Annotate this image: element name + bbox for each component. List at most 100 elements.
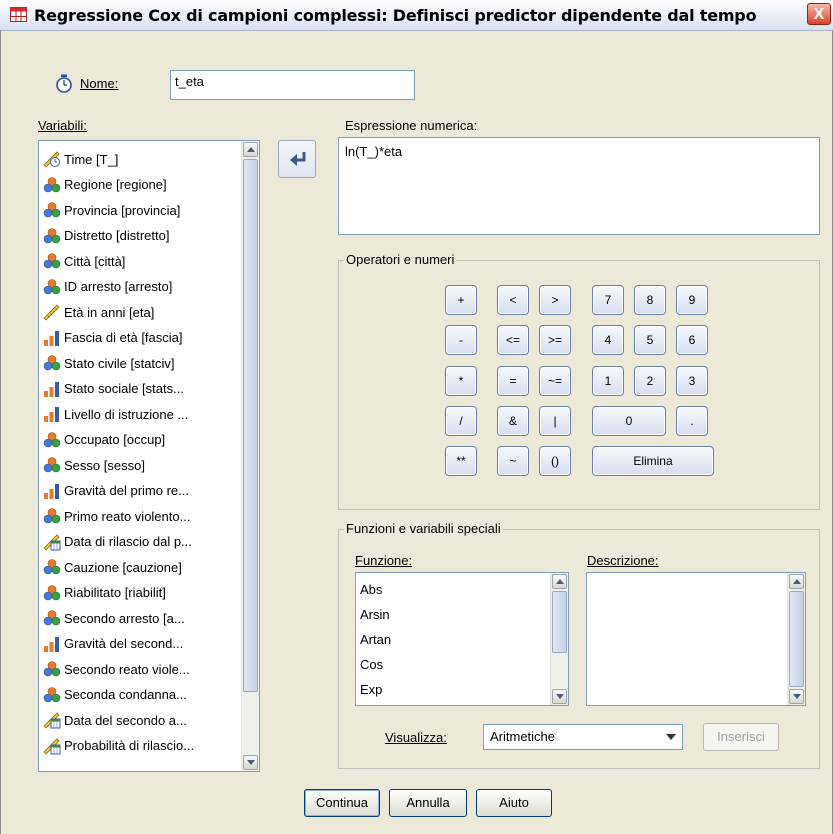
function-item[interactable]: Cos xyxy=(360,657,383,672)
variable-item[interactable]: Cauzione [cauzione] xyxy=(43,555,182,579)
function-item[interactable]: Exp xyxy=(360,682,382,697)
variable-item[interactable]: Primo reato violento... xyxy=(43,504,190,528)
operator-key[interactable]: = xyxy=(497,366,529,396)
operator-key[interactable]: | xyxy=(539,406,571,436)
function-scroll-up-button[interactable] xyxy=(552,574,567,589)
operator-key[interactable]: >= xyxy=(539,325,571,355)
variable-item[interactable]: Distretto [distretto] xyxy=(43,224,169,248)
variable-item[interactable]: Secondo reato viole... xyxy=(43,657,190,681)
operator-key[interactable]: ~ xyxy=(497,446,529,476)
variable-item-label: Stato civile [statciv] xyxy=(64,355,175,371)
stopwatch-icon xyxy=(56,74,72,93)
operator-key[interactable]: <= xyxy=(497,325,529,355)
variable-item[interactable]: Età in anni [eta] xyxy=(43,300,154,324)
variable-item[interactable]: Occupato [occup] xyxy=(43,428,165,452)
variable-item[interactable]: Secondo arresto [a... xyxy=(43,606,185,630)
variable-item[interactable]: Gravità del primo re... xyxy=(43,479,189,503)
variable-item-label: Città [città] xyxy=(64,253,126,269)
operator-key[interactable]: 1 xyxy=(592,366,624,396)
move-variable-button[interactable] xyxy=(278,140,316,178)
variable-item[interactable]: Città [città] xyxy=(43,249,125,273)
operator-key[interactable]: * xyxy=(445,366,477,396)
description-scroll-up-button[interactable] xyxy=(789,574,804,589)
variable-item[interactable]: Stato sociale [stats... xyxy=(43,377,184,401)
operator-key[interactable]: . xyxy=(676,406,708,436)
operator-key[interactable]: + xyxy=(445,285,477,315)
function-item[interactable]: Artan xyxy=(360,632,391,647)
chevron-down-icon xyxy=(666,734,676,740)
scroll-down-icon xyxy=(793,694,801,699)
view-select[interactable]: Aritmetiche xyxy=(483,724,683,750)
operator-key[interactable]: - xyxy=(445,325,477,355)
variable-item-label: Occupato [occup] xyxy=(64,432,166,447)
operator-key[interactable]: 6 xyxy=(676,325,708,355)
variable-item[interactable]: Seconda condanna... xyxy=(43,683,187,707)
variable-item[interactable]: Time [T_] xyxy=(43,147,118,171)
nominal-icon xyxy=(43,507,61,525)
description-box[interactable] xyxy=(586,572,806,706)
operator-key[interactable]: 8 xyxy=(634,285,666,315)
cancel-button[interactable]: Annulla xyxy=(389,789,467,817)
variable-item[interactable]: Stato civile [statciv] xyxy=(43,351,175,375)
variables-scrollbar[interactable] xyxy=(241,141,259,771)
ordinal-bars-icon xyxy=(43,329,61,347)
nominal-icon xyxy=(43,456,61,474)
variable-item[interactable]: ID arresto [arresto] xyxy=(43,275,172,299)
description-scroll-down-button[interactable] xyxy=(789,689,804,704)
variable-item[interactable]: Gravità del second... xyxy=(43,632,183,656)
operator-key[interactable]: < xyxy=(497,285,529,315)
variable-item[interactable]: Regione [regione] xyxy=(43,173,167,197)
nominal-icon xyxy=(43,227,61,245)
function-scrollbar[interactable] xyxy=(550,573,568,705)
function-scroll-down-button[interactable] xyxy=(552,689,567,704)
operator-key[interactable]: / xyxy=(445,406,477,436)
nominal-icon xyxy=(43,686,61,704)
function-list[interactable]: Abs Arsin Artan Cos Exp xyxy=(355,572,569,706)
operator-key[interactable]: 3 xyxy=(676,366,708,396)
operator-key[interactable]: & xyxy=(497,406,529,436)
function-item[interactable]: Abs xyxy=(360,582,382,597)
delete-button[interactable]: Elimina xyxy=(592,446,714,476)
description-scroll-thumb[interactable] xyxy=(789,591,804,687)
nominal-icon xyxy=(43,558,61,576)
operator-key[interactable]: ** xyxy=(445,446,477,476)
operator-key[interactable]: 7 xyxy=(592,285,624,315)
variable-item[interactable]: Riabilitato [riabilit] xyxy=(43,581,166,605)
ordinal-bars-icon xyxy=(43,635,61,653)
operator-key[interactable]: > xyxy=(539,285,571,315)
variable-item[interactable]: Data del secondo a... xyxy=(43,708,187,732)
variable-item[interactable]: Sesso [sesso] xyxy=(43,453,145,477)
scroll-up-button[interactable] xyxy=(243,142,258,157)
variable-item[interactable]: Provincia [provincia] xyxy=(43,198,180,222)
operator-key[interactable]: 9 xyxy=(676,285,708,315)
continue-button[interactable]: Continua xyxy=(304,789,380,817)
description-scrollbar[interactable] xyxy=(787,573,805,705)
operator-key[interactable]: 2 xyxy=(634,366,666,396)
variable-item-label: Primo reato violento... xyxy=(64,508,191,524)
scroll-down-button[interactable] xyxy=(243,755,258,770)
variable-item-label: Provincia [provincia] xyxy=(64,202,181,218)
close-button[interactable]: X xyxy=(807,3,831,25)
operator-key[interactable]: ~= xyxy=(539,366,571,396)
variable-item-label: Regione [regione] xyxy=(64,177,167,192)
variable-item[interactable]: Data di rilascio dal p... xyxy=(43,530,192,554)
name-input[interactable]: t_eta xyxy=(170,70,415,100)
operator-key[interactable]: 0 xyxy=(592,406,666,436)
variable-item-label: Seconda condanna... xyxy=(64,687,187,702)
function-item[interactable]: Arsin xyxy=(360,607,390,622)
operator-key[interactable]: () xyxy=(539,446,571,476)
scroll-thumb[interactable] xyxy=(243,159,258,692)
functions-group-title: Funzioni e variabili speciali xyxy=(344,521,503,536)
operator-key[interactable]: 5 xyxy=(634,325,666,355)
variable-item[interactable]: Fascia di età [fascia] xyxy=(43,326,183,350)
insert-button[interactable]: Inserisci xyxy=(703,723,779,751)
expression-input[interactable]: ln(T_)*eta xyxy=(338,137,820,235)
nominal-icon xyxy=(43,278,61,296)
function-scroll-thumb[interactable] xyxy=(552,591,567,653)
variable-item[interactable]: Livello di istruzione ... xyxy=(43,402,188,426)
variable-item-label: Riabilitato [riabilit] xyxy=(64,585,166,600)
operator-key[interactable]: 4 xyxy=(592,325,624,355)
help-button[interactable]: Aiuto xyxy=(476,789,552,817)
variable-item[interactable]: Probabilità di rilascio... xyxy=(43,734,194,758)
variables-list[interactable]: Time [T_] Regione [regione] Provincia [pro… xyxy=(38,140,260,772)
